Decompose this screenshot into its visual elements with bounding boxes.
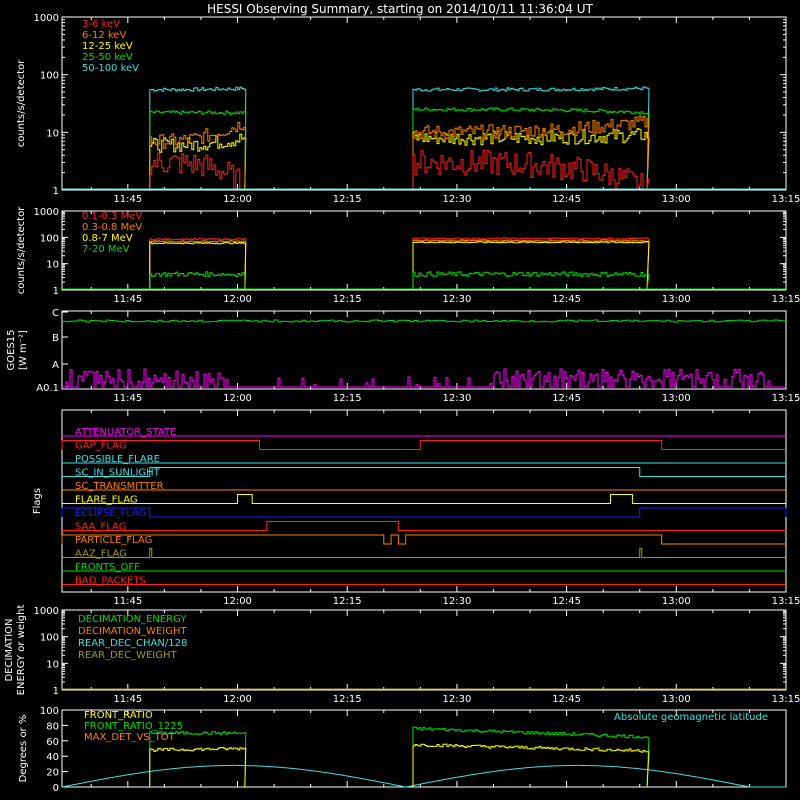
- flags-panel-xtick-label: 12:15: [333, 596, 362, 607]
- decimation-panel-ytick-label: 1: [53, 686, 59, 697]
- observing-summary-figure: HESSI Observing Summary, starting on 201…: [0, 0, 800, 800]
- count-rate-high-panel-legend-3: 7-20 MeV: [82, 244, 130, 255]
- flags-panel-xtick-label: 13:00: [662, 596, 691, 607]
- decimation-panel-xtick-label: 12:30: [442, 694, 471, 705]
- chart-title: HESSI Observing Summary, starting on 201…: [207, 2, 593, 16]
- count-rate-low-panel-xtick-label: 12:30: [442, 194, 471, 205]
- decimation-panel-ylabel: DECIMATION: [4, 618, 15, 681]
- ratio-panel-legend-2: MAX_DET_VS_TOT: [84, 732, 176, 743]
- count-rate-low-panel-legend-3: 25-50 keV: [82, 52, 133, 63]
- count-rate-high-panel-ytick-label: 1: [53, 286, 59, 297]
- decimation-panel-legend-0: DECIMATION_ENERGY: [78, 614, 187, 625]
- ratio-panel-legend-0: FRONT_RATIO: [84, 710, 153, 721]
- decimation-panel-xtick-label: 12:00: [223, 694, 252, 705]
- goes-panel-xtick-label: 13:00: [662, 393, 691, 404]
- count-rate-low-panel-legend-1: 6-12 keV: [82, 30, 126, 41]
- count-rate-high-panel-legend-0: 0.1-0.3 MeV: [82, 211, 142, 222]
- decimation-panel-legend-2: REAR_DEC_CHAN/128: [78, 638, 187, 649]
- goes-panel-ylabel: GOES15: [6, 329, 17, 370]
- ratio-panel-ytick-label: 60: [46, 737, 59, 748]
- count-rate-low-panel-legend-0: 3-6 keV: [82, 19, 120, 30]
- flags-panel-xtick-label: 13:15: [772, 596, 800, 607]
- count-rate-high-panel-xtick-label: 13:15: [772, 294, 800, 305]
- count-rate-high-panel-xtick-label: 12:00: [223, 294, 252, 305]
- ratio-panel-ytick-label: 40: [46, 752, 59, 763]
- count-rate-low-panel-ytick-label: 10: [46, 128, 59, 139]
- goes-panel-xtick-label: 11:45: [113, 393, 142, 404]
- count-rate-high-panel-ytick-label: 100: [40, 233, 59, 244]
- goes-panel-ytick-label: B: [52, 333, 59, 344]
- goes-panel-xtick-label: 13:15: [772, 393, 800, 404]
- goes-panel-ylabel-units: [W m⁻²]: [18, 330, 29, 370]
- decimation-panel-ylabel-2: ENERGY or weight: [16, 605, 27, 696]
- count-rate-low-panel-ytick-label: 1: [53, 186, 59, 197]
- ratio-panel-legend-1: FRONT_RATIO_1225: [84, 721, 183, 732]
- count-rate-high-panel-xtick-label: 12:30: [442, 294, 471, 305]
- count-rate-low-panel-xtick-label: 13:00: [662, 194, 691, 205]
- count-rate-low-panel-xtick-label: 12:45: [552, 194, 581, 205]
- count-rate-high-panel-xtick-label: 12:45: [552, 294, 581, 305]
- goes-panel-ytick-label: A: [52, 360, 59, 371]
- count-rate-low-panel-xtick-label: 12:15: [333, 194, 362, 205]
- flags-panel-xtick-label: 12:45: [552, 596, 581, 607]
- count-rate-low-panel-ytick-label: 100: [40, 71, 59, 82]
- flags-panel-ylabel: Flags: [32, 488, 43, 514]
- flags-panel-xtick-label: 11:45: [113, 596, 142, 607]
- count-rate-low-panel-ytick-label: 1000: [34, 13, 59, 24]
- count-rate-high-panel-ytick-label: 10: [46, 260, 59, 271]
- goes-panel-ytick-label: C: [52, 308, 59, 319]
- decimation-panel-xtick-label: 13:00: [662, 694, 691, 705]
- flags-panel-xtick-label: 12:30: [442, 596, 471, 607]
- decimation-panel-ytick-label: 10: [46, 659, 59, 670]
- decimation-panel-ytick-label: 1000: [34, 606, 59, 617]
- goes-panel-xtick-label: 12:30: [442, 393, 471, 404]
- decimation-panel-ytick-label: 100: [40, 633, 59, 644]
- ratio-panel-ytick-label: 0: [53, 783, 59, 794]
- decimation-panel-xtick-label: 13:15: [772, 694, 800, 705]
- count-rate-low-panel-legend-4: 50-100 keV: [82, 63, 139, 74]
- decimation-panel-legend-1: DECIMATION_WEIGHT: [78, 626, 187, 637]
- count-rate-high-panel-legend-2: 0.8-7 MeV: [82, 233, 133, 244]
- count-rate-low-panel-ylabel: counts/s/detector: [16, 59, 27, 147]
- decimation-panel-xtick-label: 12:45: [552, 694, 581, 705]
- flags-panel-flag-label-1: GAP_FLAG: [75, 441, 127, 452]
- count-rate-high-panel-xtick-label: 11:45: [113, 294, 142, 305]
- goes-panel-ytick-label: A0.1: [36, 383, 59, 394]
- flags-panel-flag-label-8: PARTICLE_FLAG: [75, 535, 152, 546]
- decimation-panel-xtick-label: 12:15: [333, 694, 362, 705]
- count-rate-low-panel-xtick-label: 13:15: [772, 194, 800, 205]
- count-rate-high-panel-legend-1: 0.3-0.8 MeV: [82, 222, 142, 233]
- count-rate-low-panel-xtick-label: 11:45: [113, 194, 142, 205]
- count-rate-high-panel-xtick-label: 13:00: [662, 294, 691, 305]
- ratio-panel-ytick-label: 100: [40, 706, 59, 717]
- decimation-panel-legend-3: REAR_DEC_WEIGHT: [78, 650, 177, 661]
- ratio-panel-annotation: Absolute geomagnetic latitude: [614, 712, 768, 723]
- count-rate-high-panel-ylabel: counts/s/detector: [16, 206, 27, 294]
- flags-panel-xtick-label: 12:00: [223, 596, 252, 607]
- flags-panel-flag-label-6: ECLIPSE_FLAG: [75, 508, 146, 519]
- count-rate-high-panel-ytick-label: 1000: [34, 207, 59, 218]
- ratio-panel-ytick-label: 80: [46, 721, 59, 732]
- ratio-panel-ylabel: Degrees or %: [18, 715, 29, 783]
- goes-panel-xtick-label: 12:45: [552, 393, 581, 404]
- goes-panel-xtick-label: 12:00: [223, 393, 252, 404]
- decimation-panel-xtick-label: 11:45: [113, 694, 142, 705]
- count-rate-high-panel-xtick-label: 12:15: [333, 294, 362, 305]
- count-rate-low-panel-xtick-label: 12:00: [223, 194, 252, 205]
- ratio-panel-ytick-label: 20: [46, 768, 59, 779]
- goes-panel-xtick-label: 12:15: [333, 393, 362, 404]
- count-rate-low-panel-legend-2: 12-25 keV: [82, 41, 133, 52]
